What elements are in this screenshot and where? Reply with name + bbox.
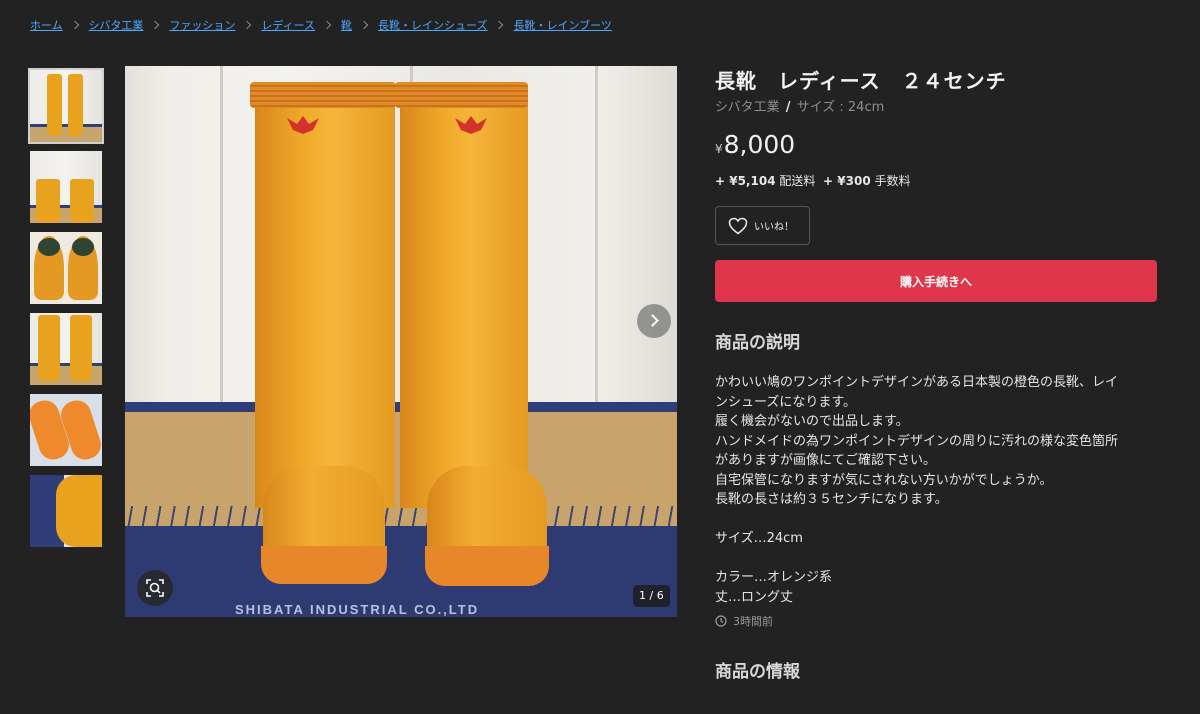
- fee-label: 手数料: [874, 174, 911, 188]
- chevron-right-icon: [646, 314, 659, 327]
- thumbnail-6[interactable]: [30, 475, 102, 547]
- posted-time-text: 3時間前: [733, 615, 773, 628]
- currency-symbol: ¥: [715, 142, 723, 156]
- chevron-right-icon: [151, 20, 160, 30]
- shipping-label: 配送料: [779, 174, 816, 188]
- box-print-text: SHIBATA INDUSTRIAL CO.,LTD: [235, 602, 480, 617]
- description-line: [715, 510, 1157, 530]
- bird-logo-icon: [455, 116, 487, 134]
- zoom-button[interactable]: [137, 570, 173, 606]
- size-label: サイズ : 24cm: [796, 100, 885, 115]
- description-line: 自宅保管になりますが気にされない方いかがでしょうか。: [715, 472, 1053, 488]
- like-label: いいね！: [754, 222, 794, 233]
- description-line: ハンドメイドの為ワンポイントデザインの周りに汚れの様な変色箇所: [715, 433, 1119, 449]
- breadcrumb-fashion[interactable]: ファッション: [169, 17, 235, 33]
- thumbnail-5[interactable]: [30, 394, 102, 466]
- price: ¥ 8,000: [715, 130, 1157, 162]
- breadcrumb-shoes[interactable]: 靴: [341, 17, 352, 33]
- description-line: カラー…オレンジ系: [715, 570, 833, 585]
- chevron-right-icon: [495, 20, 504, 30]
- breadcrumb-ladies[interactable]: レディース: [261, 17, 315, 33]
- breadcrumb-home[interactable]: ホーム: [30, 17, 63, 33]
- info-heading: 商品の情報: [715, 662, 800, 682]
- description-heading: 商品の説明: [715, 333, 800, 353]
- fee-amount: + ¥300: [823, 174, 871, 188]
- brand-link[interactable]: シバタ工業: [715, 100, 780, 115]
- breadcrumb-rain-boots[interactable]: 長靴・レインブーツ: [513, 17, 611, 33]
- description-line: 長靴の長さは約３５センチになります。: [715, 492, 948, 507]
- chevron-right-icon: [322, 20, 332, 30]
- next-image-button[interactable]: [637, 304, 671, 338]
- thumbnail-2[interactable]: [30, 151, 102, 223]
- description-line: ンシューズになります。: [715, 394, 857, 410]
- breadcrumb-rain-shoes[interactable]: 長靴・レインシューズ: [378, 17, 487, 33]
- buy-button[interactable]: 購入手続きへ: [715, 260, 1157, 302]
- chevron-right-icon: [359, 20, 369, 30]
- clock-icon: [715, 615, 727, 627]
- description-text: かわいい鳩のワンポイントデザインがある日本製の橙色の長靴、レイ ンシューズになり…: [715, 373, 1157, 607]
- description-line: [715, 549, 1157, 569]
- thumbnail-4[interactable]: [30, 313, 102, 385]
- description-line: がありますが画像にてご確認下さい。: [715, 453, 937, 468]
- breadcrumb-brand[interactable]: シバタ工業: [89, 17, 144, 33]
- product-info: 長靴 レディース ２４センチ シバタ工業 / サイズ : 24cm ¥ 8,00…: [715, 66, 1157, 684]
- separator: /: [785, 100, 791, 115]
- image-counter: 1 / 6: [633, 585, 670, 607]
- zoom-scan-icon: [146, 579, 164, 597]
- description-line: 丈…ロング丈: [715, 589, 794, 605]
- thumbnail-list: [28, 68, 104, 556]
- thumbnail-1[interactable]: [28, 68, 104, 144]
- thumbnail-3[interactable]: [30, 232, 102, 304]
- price-value: 8,000: [723, 130, 796, 159]
- main-product-image[interactable]: SHIBATA INDUSTRIAL CO.,LTD: [125, 66, 677, 617]
- chevron-right-icon: [70, 20, 79, 30]
- description-line: かわいい鳩のワンポイントデザインがある日本製の橙色の長靴、レイ: [715, 375, 1119, 390]
- posted-time: 3時間前: [715, 613, 1157, 629]
- like-button[interactable]: いいね！: [715, 206, 810, 245]
- fees-row: + ¥5,104 配送料 + ¥300 手数料: [715, 172, 1157, 190]
- description-line: サイズ…24cm: [715, 531, 803, 546]
- bird-logo-icon: [287, 116, 319, 134]
- breadcrumb: ホーム シバタ工業 ファッション レディース 靴 長靴・レインシューズ 長靴・レ…: [30, 17, 612, 33]
- heart-icon: [728, 217, 748, 234]
- shipping-amount: + ¥5,104: [715, 174, 776, 188]
- chevron-right-icon: [243, 20, 252, 30]
- description-line: 履く機会がないので出品します。: [715, 414, 909, 429]
- product-subtitle: シバタ工業 / サイズ : 24cm: [715, 98, 1157, 118]
- product-title: 長靴 レディース ２４センチ: [715, 69, 1007, 93]
